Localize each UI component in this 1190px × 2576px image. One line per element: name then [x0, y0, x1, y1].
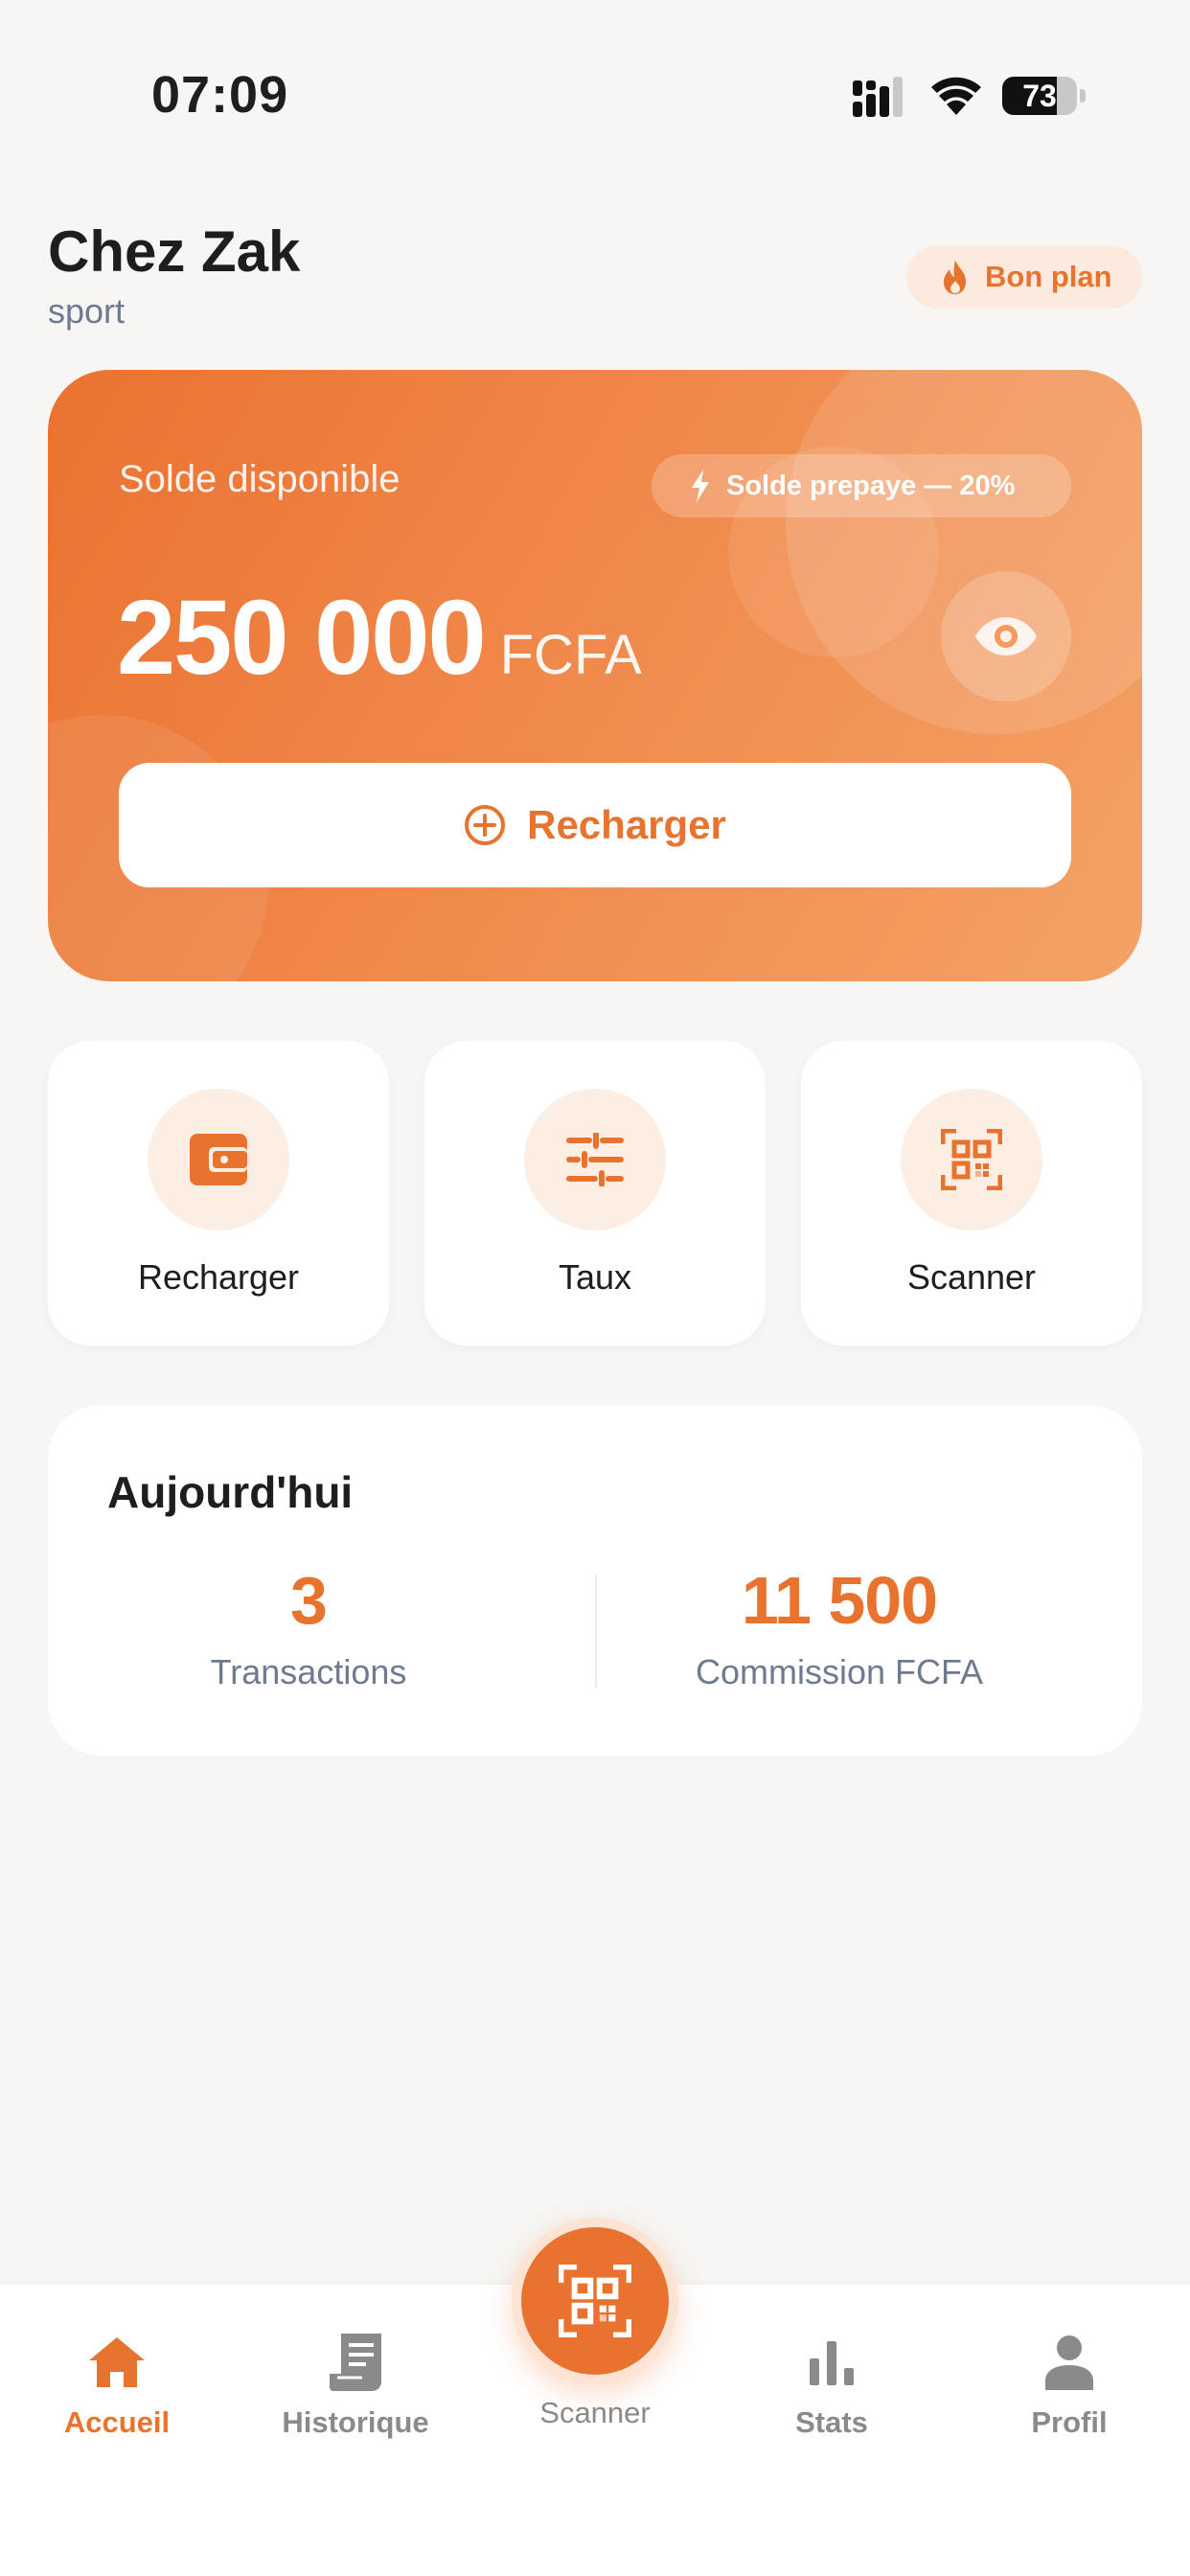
action-tile-label: Recharger	[137, 1257, 300, 1297]
nav-label: Historique	[282, 2405, 429, 2439]
nav-label-scanner: Scanner	[539, 2396, 651, 2429]
qr-code-icon	[559, 2265, 631, 2337]
balance-label: Solde disponible	[119, 458, 400, 500]
nav-label: Profil	[1031, 2405, 1108, 2439]
nav-item-profil[interactable]: Profil	[973, 2329, 1165, 2444]
battery-percent: 73	[1022, 79, 1057, 113]
bon-plan-badge[interactable]: Bon plan	[906, 245, 1142, 309]
home-icon	[89, 2337, 145, 2387]
wifi-icon	[931, 77, 981, 115]
nav-label: Stats	[795, 2405, 868, 2439]
nav-item-historique[interactable]: Historique	[260, 2329, 451, 2444]
sliders-icon	[566, 1133, 624, 1186]
eye-icon	[975, 617, 1037, 656]
scanner-fab-button[interactable]	[512, 2218, 678, 2384]
action-tile-recharger[interactable]: Recharger	[48, 1041, 389, 1346]
stat-value: 11 500	[741, 1563, 938, 1638]
toggle-balance-visibility-button[interactable]	[941, 571, 1071, 702]
action-tile-scanner[interactable]: Scanner	[801, 1041, 1142, 1346]
plus-circle-icon	[465, 805, 506, 845]
user-icon	[1045, 2335, 1093, 2390]
today-summary-card: Aujourd'hui 3 Transactions 11 500 Commis…	[48, 1405, 1142, 1756]
nav-label: Accueil	[63, 2405, 171, 2439]
merchant-name: Chez Zak	[48, 219, 301, 284]
stat-commission: 11 500 Commission FCFA	[638, 1562, 1041, 1692]
balance-amount-row: 250 000 FCFA	[117, 577, 642, 699]
recharge-button[interactable]: Recharger	[119, 763, 1071, 887]
cellular-signal-icon	[853, 77, 903, 117]
balance-amount: 250 000	[117, 579, 487, 697]
bar-chart-icon	[810, 2341, 854, 2385]
balance-currency: FCFA	[499, 624, 642, 686]
prepaid-plan-label: Solde prepaye — 20%	[726, 470, 1016, 501]
bon-plan-label: Bon plan	[985, 260, 1112, 293]
merchant-category: sport	[48, 291, 126, 331]
battery-indicator: 73	[1002, 77, 1086, 115]
status-time: 07:09	[151, 66, 289, 124]
recharge-button-label: Recharger	[527, 802, 726, 847]
nav-item-accueil[interactable]: Accueil	[21, 2329, 213, 2444]
action-tile-label: Taux	[558, 1257, 632, 1297]
stat-transactions: 3 Transactions	[107, 1562, 510, 1692]
today-title: Aujourd'hui	[107, 1467, 354, 1517]
receipt-icon	[330, 2334, 381, 2391]
status-bar: 07:09 73	[0, 0, 1190, 192]
nav-item-stats[interactable]: Stats	[736, 2329, 927, 2444]
bolt-icon	[692, 470, 709, 502]
prepaid-plan-chip: Solde prepaye — 20%	[652, 454, 1071, 518]
action-tile-taux[interactable]: Taux	[424, 1041, 766, 1346]
action-tile-label: Scanner	[906, 1257, 1037, 1297]
stat-label: Transactions	[210, 1652, 407, 1691]
stats-divider	[595, 1574, 597, 1689]
wallet-icon	[190, 1134, 247, 1185]
balance-card: Solde disponible Solde prepaye — 20% 250…	[48, 370, 1142, 981]
stat-value: 3	[290, 1563, 328, 1638]
qr-code-icon	[941, 1129, 1002, 1190]
stat-label: Commission FCFA	[695, 1652, 984, 1691]
flame-icon	[944, 260, 966, 294]
